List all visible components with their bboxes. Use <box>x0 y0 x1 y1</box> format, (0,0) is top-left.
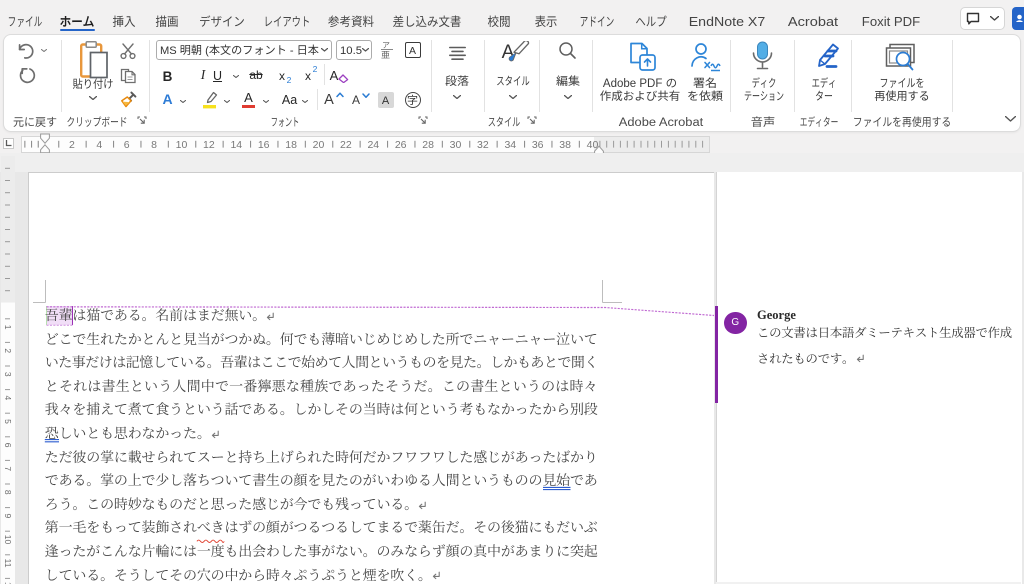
svg-text:34: 34 <box>504 139 516 151</box>
svg-text:2: 2 <box>69 139 75 151</box>
svg-text:22: 22 <box>340 139 352 151</box>
svg-text:26: 26 <box>395 139 407 151</box>
svg-text:18: 18 <box>285 139 297 151</box>
svg-text:10: 10 <box>176 139 188 151</box>
svg-text:4: 4 <box>96 139 102 151</box>
svg-text:6: 6 <box>124 139 130 151</box>
svg-text:20: 20 <box>313 139 325 151</box>
svg-text:16: 16 <box>258 139 270 151</box>
svg-text:11: 11 <box>3 559 13 568</box>
svg-text:28: 28 <box>422 139 434 151</box>
svg-text:6: 6 <box>3 443 13 448</box>
svg-text:10: 10 <box>3 535 13 545</box>
svg-text:3: 3 <box>3 372 13 377</box>
svg-text:8: 8 <box>151 139 157 151</box>
svg-text:14: 14 <box>230 139 242 151</box>
svg-text:30: 30 <box>450 139 462 151</box>
svg-text:9: 9 <box>3 514 13 519</box>
svg-text:24: 24 <box>367 139 379 151</box>
svg-text:38: 38 <box>559 139 571 151</box>
svg-text:7: 7 <box>3 466 13 471</box>
svg-text:2: 2 <box>3 348 13 353</box>
svg-text:5: 5 <box>3 419 13 424</box>
svg-text:4: 4 <box>3 396 13 401</box>
svg-text:8: 8 <box>3 490 13 495</box>
svg-text:12: 12 <box>203 139 215 151</box>
svg-text:32: 32 <box>477 139 489 151</box>
svg-text:36: 36 <box>532 139 544 151</box>
